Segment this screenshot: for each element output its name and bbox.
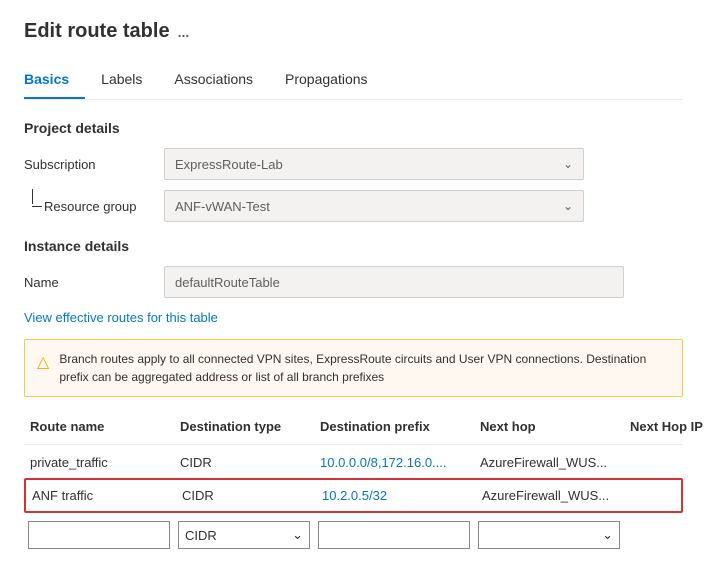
table-row[interactable]: ANF traffic CIDR 10.2.0.5/32 AzureFirewa… bbox=[24, 478, 683, 513]
subscription-row: Subscription ExpressRoute-Lab ⌄ bbox=[24, 148, 683, 180]
new-destination-type-cell[interactable]: CIDR ⌄ bbox=[174, 519, 314, 551]
tab-basics[interactable]: Basics bbox=[24, 63, 85, 99]
new-destination-prefix-input[interactable] bbox=[318, 521, 470, 549]
tab-propagations[interactable]: Propagations bbox=[285, 63, 384, 99]
name-label: Name bbox=[24, 275, 164, 290]
warning-icon: △ bbox=[37, 351, 49, 386]
col-route-name: Route name bbox=[24, 415, 174, 438]
new-route-name-input[interactable] bbox=[28, 521, 170, 549]
table-row[interactable]: private_traffic CIDR 10.0.0.0/8,172.16.0… bbox=[24, 447, 683, 478]
tab-associations[interactable]: Associations bbox=[174, 63, 269, 99]
resource-group-value: ANF-vWAN-Test bbox=[175, 199, 270, 214]
tab-labels[interactable]: Labels bbox=[101, 63, 158, 99]
row1-next-hop: AzureFirewall_WUS... bbox=[474, 451, 624, 474]
subscription-input[interactable]: ExpressRoute-Lab ⌄ bbox=[164, 148, 584, 180]
warning-text: Branch routes apply to all connected VPN… bbox=[59, 350, 670, 386]
table-header-row: Route name Destination type Destination … bbox=[24, 415, 683, 445]
new-destination-type-chevron-icon: ⌄ bbox=[292, 527, 303, 543]
row2-destination-prefix[interactable]: 10.2.0.5/32 bbox=[316, 484, 476, 507]
name-input: defaultRouteTable bbox=[164, 266, 624, 298]
tabs-container: Basics Labels Associations Propagations bbox=[24, 63, 683, 100]
new-next-hop-chevron-icon: ⌄ bbox=[602, 527, 613, 543]
new-destination-type-select[interactable]: CIDR ⌄ bbox=[178, 521, 310, 549]
resource-group-row: Resource group ANF-vWAN-Test ⌄ bbox=[24, 190, 683, 222]
name-row: Name defaultRouteTable bbox=[24, 266, 683, 298]
resource-group-chevron-icon: ⌄ bbox=[563, 199, 573, 213]
col-next-hop: Next hop bbox=[474, 415, 624, 438]
subscription-value: ExpressRoute-Lab bbox=[175, 157, 283, 172]
warning-box: △ Branch routes apply to all connected V… bbox=[24, 339, 683, 397]
subscription-chevron-icon: ⌄ bbox=[563, 157, 573, 171]
row1-destination-type: CIDR bbox=[174, 451, 314, 474]
new-next-hop-ip-cell bbox=[624, 519, 707, 551]
new-route-row: CIDR ⌄ ⌄ bbox=[24, 515, 683, 555]
new-next-hop-cell[interactable]: ⌄ bbox=[474, 519, 624, 551]
page-title: Edit route table bbox=[24, 20, 170, 43]
row1-next-hop-ip bbox=[624, 451, 707, 474]
resource-group-input[interactable]: ANF-vWAN-Test ⌄ bbox=[164, 190, 584, 222]
name-value: defaultRouteTable bbox=[175, 275, 280, 290]
more-options-icon[interactable]: ... bbox=[178, 24, 190, 40]
page-title-container: Edit route table ... bbox=[24, 20, 683, 43]
col-destination-type: Destination type bbox=[174, 415, 314, 438]
row2-route-name: ANF traffic bbox=[26, 484, 176, 507]
resource-group-label: Resource group bbox=[24, 199, 164, 214]
row1-destination-prefix[interactable]: 10.0.0.0/8,172.16.0.... bbox=[314, 451, 474, 474]
row1-route-name: private_traffic bbox=[24, 451, 174, 474]
row2-next-hop-ip bbox=[626, 484, 707, 507]
new-route-name-cell[interactable] bbox=[24, 519, 174, 551]
row2-destination-type: CIDR bbox=[176, 484, 316, 507]
new-next-hop-select[interactable]: ⌄ bbox=[478, 521, 620, 549]
new-destination-prefix-cell[interactable] bbox=[314, 519, 474, 551]
new-destination-type-value: CIDR bbox=[185, 528, 217, 543]
col-destination-prefix: Destination prefix bbox=[314, 415, 474, 438]
col-next-hop-ip: Next Hop IP bbox=[624, 415, 707, 438]
instance-details-heading: Instance details bbox=[24, 238, 683, 254]
project-details-heading: Project details bbox=[24, 120, 683, 136]
row2-next-hop: AzureFirewall_WUS... bbox=[476, 484, 626, 507]
effective-routes-link[interactable]: View effective routes for this table bbox=[24, 310, 218, 325]
subscription-label: Subscription bbox=[24, 157, 164, 172]
route-table: Route name Destination type Destination … bbox=[24, 415, 683, 555]
